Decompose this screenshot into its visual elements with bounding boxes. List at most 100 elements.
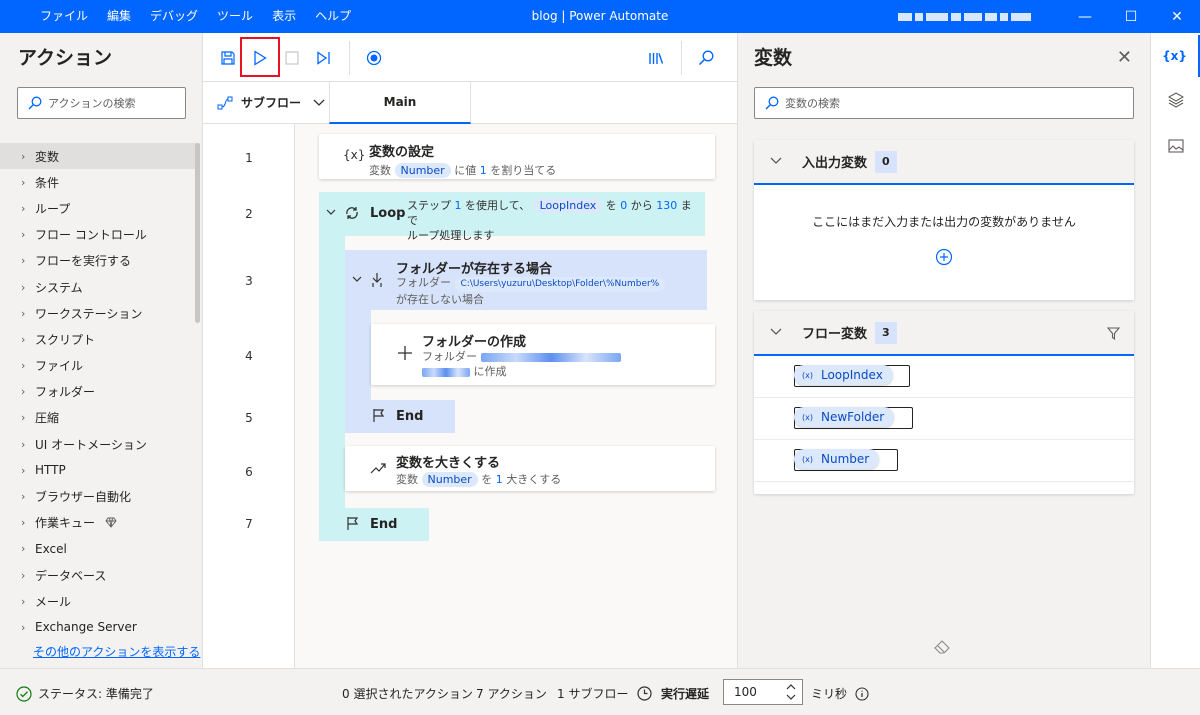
tab-main[interactable]: Main [329, 82, 471, 124]
action-description: 変数 Number を 1 大きくする [396, 472, 562, 487]
category-flow-control[interactable]: › フロー コントロール [0, 222, 200, 248]
stop-button[interactable] [279, 45, 305, 71]
category-conditions[interactable]: › 条件 [0, 169, 200, 195]
category-excel[interactable]: › Excel [0, 536, 200, 562]
action-set-variable[interactable]: {x} 変数の設定 変数 Number に値 1 を割り当てる [319, 134, 715, 179]
stop-icon [285, 51, 299, 65]
action-loop[interactable]: Loop ステップ 1 を使用して、 LoopIndex を 0 から 130 … [319, 192, 705, 242]
menu-view[interactable]: 表示 [272, 0, 296, 33]
chevron-down-icon [352, 276, 362, 282]
search-flow-button[interactable] [693, 45, 719, 71]
actions-scrollbar[interactable] [195, 143, 200, 323]
actions-search-input[interactable]: アクションの検索 [17, 87, 186, 119]
ui-elements-button[interactable] [643, 45, 669, 71]
variables-panel-title: 変数 [754, 47, 793, 69]
chevron-right-icon: › [21, 332, 26, 346]
category-compression[interactable]: › 圧縮 [0, 405, 200, 431]
status-text: ステータス: 準備完了 [38, 687, 154, 701]
chevron-right-icon: › [21, 149, 26, 163]
menu-tools[interactable]: ツール [217, 0, 253, 33]
action-create-folder[interactable]: フォルダーの作成 フォルダー に作成 [371, 324, 715, 385]
account-info-redacted[interactable] [898, 11, 1058, 23]
chevron-right-icon: › [21, 463, 26, 477]
ui-elements-rail-button[interactable] [1151, 79, 1200, 121]
side-rail: {x} [1150, 33, 1200, 668]
menu-debug[interactable]: デバッグ [150, 0, 198, 33]
spinner-arrows-icon[interactable] [786, 683, 796, 701]
category-http[interactable]: › HTTP [0, 457, 200, 483]
show-more-actions-link[interactable]: その他のアクションを表示する [33, 643, 200, 660]
images-rail-button[interactable] [1151, 125, 1200, 167]
status-indicator: ステータス: 準備完了 [16, 685, 154, 702]
category-scripting[interactable]: › スクリプト [0, 326, 200, 352]
status-bar: ステータス: 準備完了 0 選択されたアクション 7 アクション 1 サブフロー… [0, 668, 1200, 715]
action-end-if[interactable]: End [345, 400, 455, 433]
close-panel-icon[interactable]: ✕ [1117, 47, 1132, 68]
minimize-icon[interactable]: — [1062, 0, 1108, 33]
run-delay-input[interactable]: 100 [723, 679, 803, 705]
variables-rail-button[interactable]: {x} [1151, 35, 1200, 77]
recorder-button[interactable] [361, 45, 387, 71]
subflow-icon [217, 96, 233, 109]
close-window-icon[interactable]: ✕ [1154, 0, 1200, 33]
variable-row-number[interactable]: (x) Number [754, 440, 1134, 482]
variable-icon: (x) [802, 454, 813, 464]
add-variable-icon[interactable] [935, 248, 953, 266]
action-if-folder-exists[interactable]: フォルダーが存在する場合 フォルダー C:\Users\yuzuru\Deskt… [345, 250, 707, 310]
action-title: Loop [370, 206, 406, 221]
menu-edit[interactable]: 編集 [107, 0, 131, 33]
run-next-action-button[interactable] [311, 45, 337, 71]
variable-row-newfolder[interactable]: (x) NewFolder [754, 398, 1134, 440]
category-run-flow[interactable]: › フローを実行する [0, 248, 200, 274]
flow-canvas: {x} 変数の設定 変数 Number に値 1 を割り当てる Loop ステッ… [295, 124, 737, 668]
line-number: 1 [245, 151, 253, 165]
filter-icon[interactable] [1107, 327, 1120, 340]
subflow-tabs: サブフロー Main [203, 82, 737, 124]
category-database[interactable]: › データベース [0, 562, 200, 588]
toolbar-separator [681, 41, 682, 75]
line-number: 4 [245, 349, 253, 363]
category-workstation[interactable]: › ワークステーション [0, 300, 200, 326]
run-delay-unit: ミリ秒 [811, 685, 869, 702]
run-delay: 実行遅延 [637, 685, 709, 702]
io-variables-label: 入出力変数 [802, 156, 868, 171]
io-variables-header[interactable]: 入出力変数 0 [754, 140, 1134, 185]
menu-help[interactable]: ヘルプ [315, 0, 351, 33]
chevron-right-icon: › [21, 411, 26, 425]
category-system[interactable]: › システム [0, 274, 200, 300]
variable-row-loopindex[interactable]: (x) LoopIndex [754, 356, 1134, 398]
line-number: 3 [245, 274, 253, 288]
variables-search-input[interactable]: 変数の検索 [754, 87, 1134, 119]
line-number: 5 [245, 411, 253, 425]
menu-file[interactable]: ファイル [40, 0, 88, 33]
category-folder[interactable]: › フォルダー [0, 379, 200, 405]
run-button[interactable] [247, 45, 273, 71]
io-variables-section: 入出力変数 0 ここにはまだ入力または出力の変数がありません [754, 140, 1134, 300]
category-loops[interactable]: › ループ [0, 195, 200, 221]
save-icon [221, 51, 235, 65]
category-ui-automation[interactable]: › UI オートメーション [0, 431, 200, 457]
category-work-queues[interactable]: › 作業キュー [0, 510, 200, 536]
flow-variables-header[interactable]: フロー変数 3 [754, 311, 1134, 356]
toolbar-separator [349, 41, 350, 75]
action-title: End [370, 517, 398, 532]
save-button[interactable] [215, 45, 241, 71]
subflows-dropdown[interactable]: サブフロー [217, 94, 325, 111]
maximize-icon[interactable]: ☐ [1108, 0, 1154, 33]
if-body-indent [345, 310, 371, 400]
category-file[interactable]: › ファイル [0, 353, 200, 379]
search-icon [28, 96, 42, 110]
action-end-loop[interactable]: End [319, 508, 429, 541]
flow-variables-count: 3 [875, 321, 897, 344]
actions-search-placeholder: アクションの検索 [48, 97, 136, 110]
category-email[interactable]: › メール [0, 588, 200, 614]
variable-token: Number [421, 472, 478, 487]
category-exchange-server[interactable]: › Exchange Server [0, 614, 200, 640]
chevron-right-icon: › [21, 490, 26, 504]
category-variables[interactable]: › 変数 [0, 143, 200, 170]
category-browser-automation[interactable]: › ブラウザー自動化 [0, 483, 200, 509]
condition-branch-icon [372, 273, 382, 287]
info-icon[interactable] [855, 686, 869, 701]
eraser-icon[interactable] [934, 640, 950, 654]
action-increase-variable[interactable]: 変数を大きくする 変数 Number を 1 大きくする [345, 446, 715, 491]
